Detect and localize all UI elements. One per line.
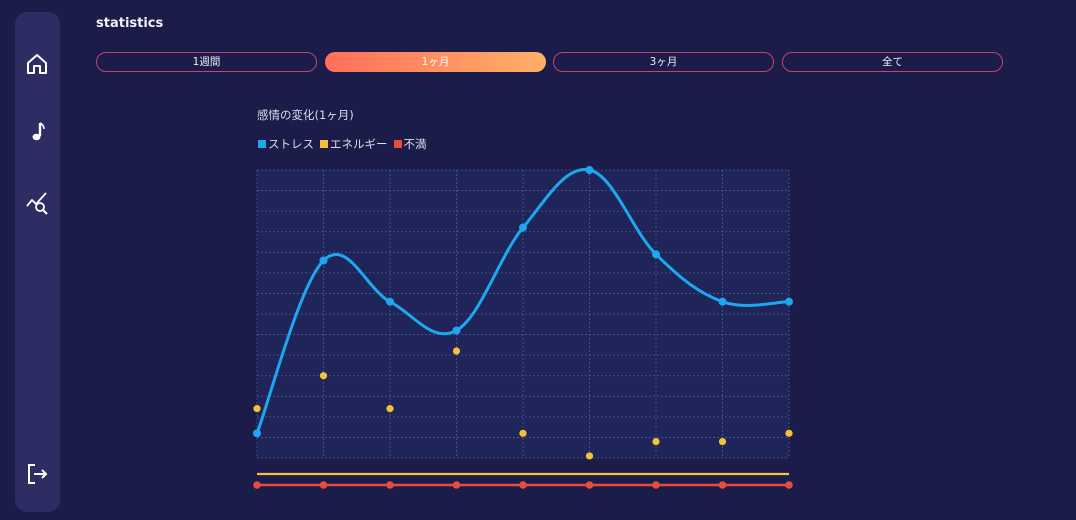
dissatisfaction-point [785,481,793,489]
dissatisfaction-point [652,481,660,489]
stress-point [718,297,727,306]
energy-point [785,429,793,437]
stress-point [386,297,394,306]
dissatisfaction-point [519,481,527,489]
energy-point [452,347,461,355]
energy-point [652,437,660,446]
dissatisfaction-point [386,481,394,489]
energy-point [718,437,727,446]
dissatisfaction-point [253,481,261,489]
stress-point [319,256,328,265]
stress-point [519,223,527,232]
stress-point [652,250,660,259]
dissatisfaction-point [319,481,328,489]
stress-point [785,297,793,306]
energy-point [386,405,394,413]
energy-point [253,405,261,413]
energy-point [519,429,527,437]
energy-point [585,452,594,460]
dissatisfaction-point [585,481,594,489]
stress-point [253,429,261,438]
emotion-line-chart [253,166,793,489]
dissatisfaction-point [718,481,727,489]
stress-point [452,326,461,335]
dissatisfaction-point [452,481,461,489]
energy-point [319,372,328,380]
stress-point [585,166,594,174]
